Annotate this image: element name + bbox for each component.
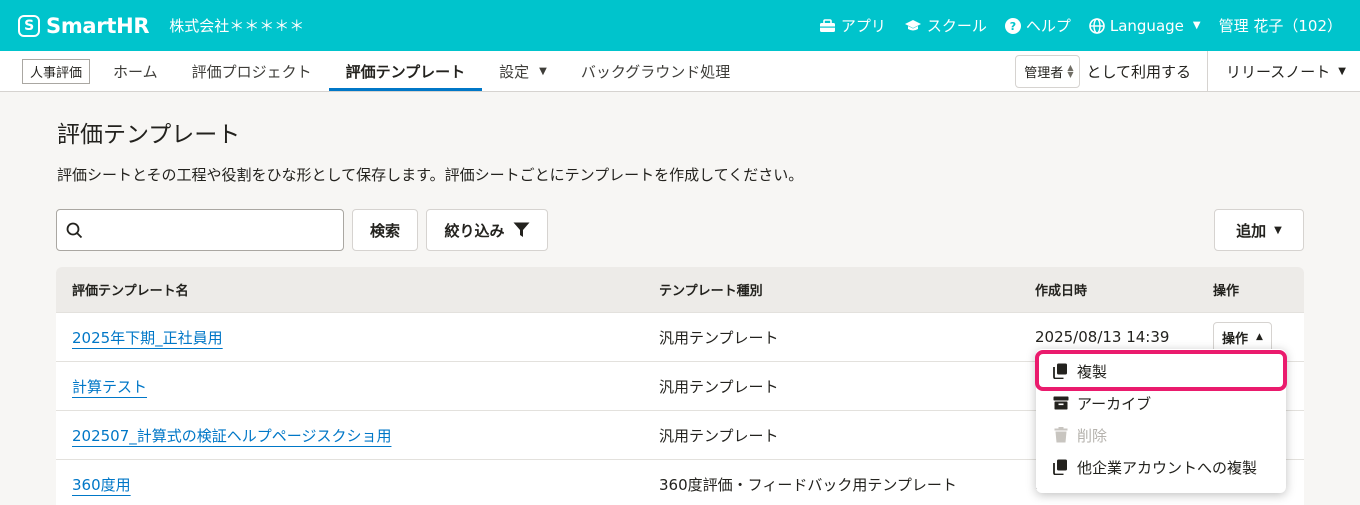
column-header: 評価テンプレート名 <box>72 284 189 299</box>
user-label: 管理 花子（102） <box>1218 17 1342 35</box>
filter-button-label: 絞り込み <box>444 221 505 240</box>
help-link[interactable]: ? ヘルプ <box>1004 15 1071 36</box>
template-type: 360度評価・フィードバック用テンプレート <box>659 475 957 494</box>
operations-button[interactable]: 操作 ▲ <box>1213 321 1272 353</box>
smarthr-logo-icon: S <box>18 14 40 37</box>
apps-label: アプリ <box>840 17 886 35</box>
search-button[interactable]: 検索 <box>352 209 418 251</box>
logo-text: SmartHR <box>46 13 150 38</box>
menu-item-duplicate-to-other-company[interactable]: 他企業アカウントへの複製 <box>1036 451 1286 483</box>
copy-icon <box>1052 363 1069 380</box>
chevron-down-icon: ▼ <box>1192 20 1201 31</box>
template-type: 汎用テンプレート <box>659 328 779 347</box>
operations-label: 操作 <box>1222 331 1249 347</box>
menu-item-duplicate[interactable]: 複製 <box>1036 355 1286 387</box>
chevron-down-icon: ▼ <box>1338 65 1346 77</box>
menu-item-label: 複製 <box>1077 362 1108 381</box>
language-label: Language <box>1109 16 1184 35</box>
svg-text:?: ? <box>1010 20 1016 33</box>
page-description: 評価シートとその工程や役割をひな形として保存します。評価シートごとにテンプレート… <box>57 166 804 184</box>
template-type: 汎用テンプレート <box>659 377 779 396</box>
sort-updown-icon: ▲ ▼ <box>1067 63 1074 79</box>
help-icon: ? <box>1004 17 1021 34</box>
column-header: 操作 <box>1213 284 1240 299</box>
nav-background-jobs[interactable]: バックグラウンド処理 <box>564 51 747 91</box>
help-label: ヘルプ <box>1025 17 1071 35</box>
school-link[interactable]: スクール <box>904 15 987 36</box>
filter-button[interactable]: 絞り込み <box>426 209 548 251</box>
release-notes-menu[interactable]: リリースノート ▼ <box>1207 51 1360 91</box>
template-name-link[interactable]: 計算テスト <box>72 376 147 397</box>
graduation-cap-icon <box>904 20 921 31</box>
menu-item-delete: 削除 <box>1036 419 1286 451</box>
copy-icon <box>1052 459 1069 476</box>
template-name-link[interactable]: 360度用 <box>72 474 131 495</box>
nav-home[interactable]: ホーム <box>96 51 175 91</box>
apps-link[interactable]: アプリ <box>819 15 886 36</box>
school-label: スクール <box>926 17 987 35</box>
template-name-link[interactable]: 202507_計算式の検証ヘルプページスクショ用 <box>72 425 391 446</box>
menu-item-label: 他企業アカウントへの複製 <box>1077 458 1258 477</box>
template-type: 汎用テンプレート <box>659 426 779 445</box>
menu-item-label: 削除 <box>1077 426 1108 445</box>
search-input[interactable] <box>89 210 343 250</box>
search-button-label: 検索 <box>369 221 400 240</box>
column-header: テンプレート種別 <box>659 284 763 299</box>
add-button-label: 追加 <box>1236 221 1267 240</box>
menu-item-label: アーカイブ <box>1077 394 1152 413</box>
archive-icon <box>1052 395 1069 412</box>
app-badge: 人事評価 <box>22 58 91 84</box>
column-header: 作成日時 <box>1035 284 1088 299</box>
role-select[interactable]: 管理者 ▲ ▼ <box>1015 54 1081 88</box>
nav-label: 評価プロジェクト <box>191 62 312 81</box>
table-header: 評価テンプレート名 テンプレート種別 作成日時 操作 <box>56 267 1304 312</box>
template-name-link[interactable]: 2025年下期_正社員用 <box>72 327 223 348</box>
nav-label: 設定 <box>499 62 530 81</box>
release-notes-label: リリースノート <box>1226 62 1331 81</box>
chevron-up-icon: ▲ <box>1256 332 1263 342</box>
nav-evaluation-projects[interactable]: 評価プロジェクト <box>175 51 329 91</box>
operations-menu: 複製 アーカイブ 削除 他企業アカウントへの複製 <box>1036 349 1286 493</box>
user-menu[interactable]: 管理 花子（102） <box>1219 15 1342 36</box>
menu-item-archive[interactable]: アーカイブ <box>1036 387 1286 419</box>
nav-label: バックグラウンド処理 <box>580 62 731 81</box>
nav-label: 評価テンプレート <box>345 62 466 81</box>
role-suffix: として利用する <box>1086 62 1192 81</box>
role-value: 管理者 <box>1024 65 1064 81</box>
trash-icon <box>1052 427 1069 444</box>
language-switcher[interactable]: Language ▼ <box>1089 17 1201 35</box>
chevron-down-icon: ▼ <box>1274 224 1282 236</box>
created-at: 2025/08/13 14:39 <box>1035 328 1170 346</box>
filter-icon <box>513 222 529 237</box>
nav-settings[interactable]: 設定 ▼ <box>482 51 564 91</box>
nav-evaluation-templates[interactable]: 評価テンプレート <box>328 51 483 91</box>
top-header: S SmartHR 株式会社＊＊＊＊＊ アプリ スクール ? ヘルプ Langu… <box>0 0 1360 51</box>
apps-icon <box>819 18 835 32</box>
globe-icon <box>1089 17 1105 34</box>
company-name: 株式会社＊＊＊＊＊ <box>169 17 305 35</box>
page-title: 評価テンプレート <box>57 122 241 148</box>
add-button[interactable]: 追加 ▼ <box>1214 209 1304 251</box>
chevron-down-icon: ▼ <box>539 65 547 77</box>
search-icon <box>66 222 83 238</box>
app-navigation: 人事評価 ホーム 評価プロジェクト 評価テンプレート 設定 ▼ バックグラウンド処… <box>0 51 1360 92</box>
nav-label: ホーム <box>113 62 158 81</box>
search-field <box>56 209 344 251</box>
smarthr-logo[interactable]: S SmartHR <box>18 13 150 38</box>
